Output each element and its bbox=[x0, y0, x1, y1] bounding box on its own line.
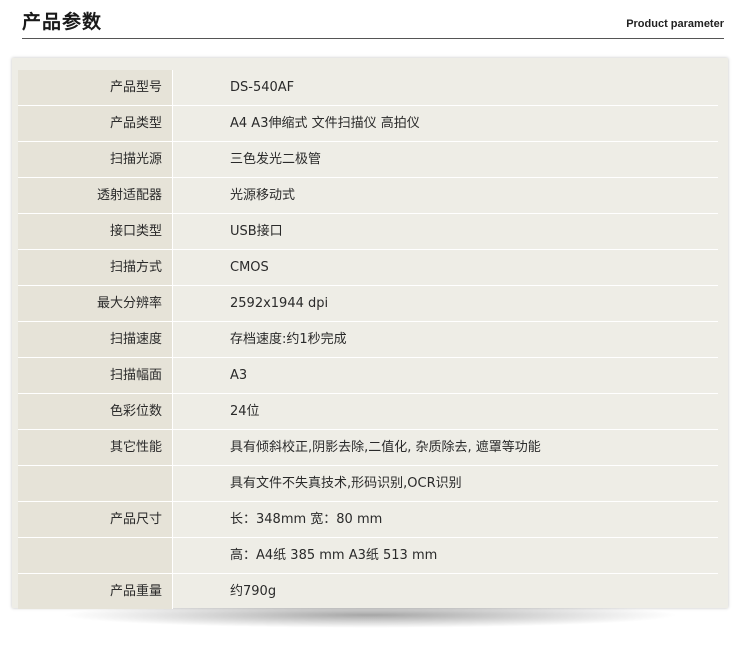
spec-value: 存档速度:约1秒完成 bbox=[230, 332, 347, 347]
spec-row-light-source: 扫描光源 三色发光二极管 bbox=[18, 142, 718, 178]
row-divider bbox=[172, 142, 173, 177]
spec-label: 产品尺寸 bbox=[18, 502, 172, 537]
spec-label: 产品类型 bbox=[18, 106, 172, 141]
row-divider bbox=[172, 574, 173, 609]
row-divider bbox=[172, 538, 173, 573]
spec-row-weight: 产品重量 约790g bbox=[18, 574, 718, 610]
spec-row-features-cont: 具有文件不失真技术,形码识别,OCR识别 bbox=[18, 466, 718, 502]
spec-row-type: 产品类型 A4 A3伸缩式 文件扫描仪 高拍仪 bbox=[18, 106, 718, 142]
page-title: 产品参数 bbox=[22, 11, 103, 33]
spec-label: 其它性能 bbox=[18, 430, 172, 465]
spec-row-resolution: 最大分辨率 2592x1944 dpi bbox=[18, 286, 718, 322]
spec-row-model: 产品型号 DS-540AF bbox=[18, 70, 718, 106]
spec-label: 产品型号 bbox=[18, 70, 172, 105]
spec-label: 扫描速度 bbox=[18, 322, 172, 357]
spec-row-features: 其它性能 具有倾斜校正,阴影去除,二值化, 杂质除去, 遮罩等功能 bbox=[18, 430, 718, 466]
page-subtitle: Product parameter bbox=[626, 18, 724, 30]
spec-value: 2592x1944 dpi bbox=[230, 296, 329, 311]
spec-value: USB接口 bbox=[230, 224, 283, 239]
spec-value: DS-540AF bbox=[230, 80, 295, 95]
row-divider bbox=[172, 286, 173, 321]
spec-value: CMOS bbox=[230, 260, 269, 275]
spec-row-adapter: 透射适配器 光源移动式 bbox=[18, 178, 718, 214]
row-divider bbox=[172, 214, 173, 249]
spec-value: 三色发光二极管 bbox=[230, 152, 322, 167]
spec-row-interface: 接口类型 USB接口 bbox=[18, 214, 718, 250]
spec-value: 具有文件不失真技术,形码识别,OCR识别 bbox=[230, 476, 462, 491]
spec-value: 光源移动式 bbox=[230, 188, 296, 203]
spec-label bbox=[18, 538, 172, 573]
row-divider bbox=[172, 394, 173, 429]
spec-label: 扫描幅面 bbox=[18, 358, 172, 393]
row-divider bbox=[172, 178, 173, 213]
row-divider bbox=[172, 106, 173, 141]
spec-label: 扫描方式 bbox=[18, 250, 172, 285]
spec-label: 产品重量 bbox=[18, 574, 172, 609]
spec-row-speed: 扫描速度 存档速度:约1秒完成 bbox=[18, 322, 718, 358]
spec-label bbox=[18, 466, 172, 501]
row-divider bbox=[172, 250, 173, 285]
spec-label: 色彩位数 bbox=[18, 394, 172, 429]
row-divider bbox=[172, 502, 173, 537]
spec-row-dimensions: 产品尺寸 长：348mm 宽：80 mm bbox=[18, 502, 718, 538]
spec-value: 24位 bbox=[230, 404, 260, 419]
spec-row-scan-method: 扫描方式 CMOS bbox=[18, 250, 718, 286]
spec-panel: 产品型号 DS-540AF 产品类型 A4 A3伸缩式 文件扫描仪 高拍仪 扫描… bbox=[12, 58, 728, 610]
spec-value: A4 A3伸缩式 文件扫描仪 高拍仪 bbox=[230, 116, 420, 131]
spec-label: 透射适配器 bbox=[18, 178, 172, 213]
spec-value: 具有倾斜校正,阴影去除,二值化, 杂质除去, 遮罩等功能 bbox=[230, 440, 541, 455]
row-divider bbox=[172, 358, 173, 393]
spec-table: 产品型号 DS-540AF 产品类型 A4 A3伸缩式 文件扫描仪 高拍仪 扫描… bbox=[18, 70, 718, 610]
spec-value: 高：A4纸 385 mm A3纸 513 mm bbox=[230, 548, 438, 563]
spec-label: 接口类型 bbox=[18, 214, 172, 249]
page-header: 产品参数 Product parameter bbox=[22, 0, 724, 39]
row-divider bbox=[172, 322, 173, 357]
spec-row-color-depth: 色彩位数 24位 bbox=[18, 394, 718, 430]
spec-label: 最大分辨率 bbox=[18, 286, 172, 321]
row-divider bbox=[172, 70, 173, 105]
spec-label: 扫描光源 bbox=[18, 142, 172, 177]
row-divider bbox=[172, 430, 173, 465]
spec-row-format: 扫描幅面 A3 bbox=[18, 358, 718, 394]
spec-value: A3 bbox=[230, 368, 248, 383]
spec-value: 约790g bbox=[230, 584, 277, 599]
spec-value: 长：348mm 宽：80 mm bbox=[230, 512, 383, 527]
spec-row-dimensions-cont: 高：A4纸 385 mm A3纸 513 mm bbox=[18, 538, 718, 574]
row-divider bbox=[172, 466, 173, 501]
